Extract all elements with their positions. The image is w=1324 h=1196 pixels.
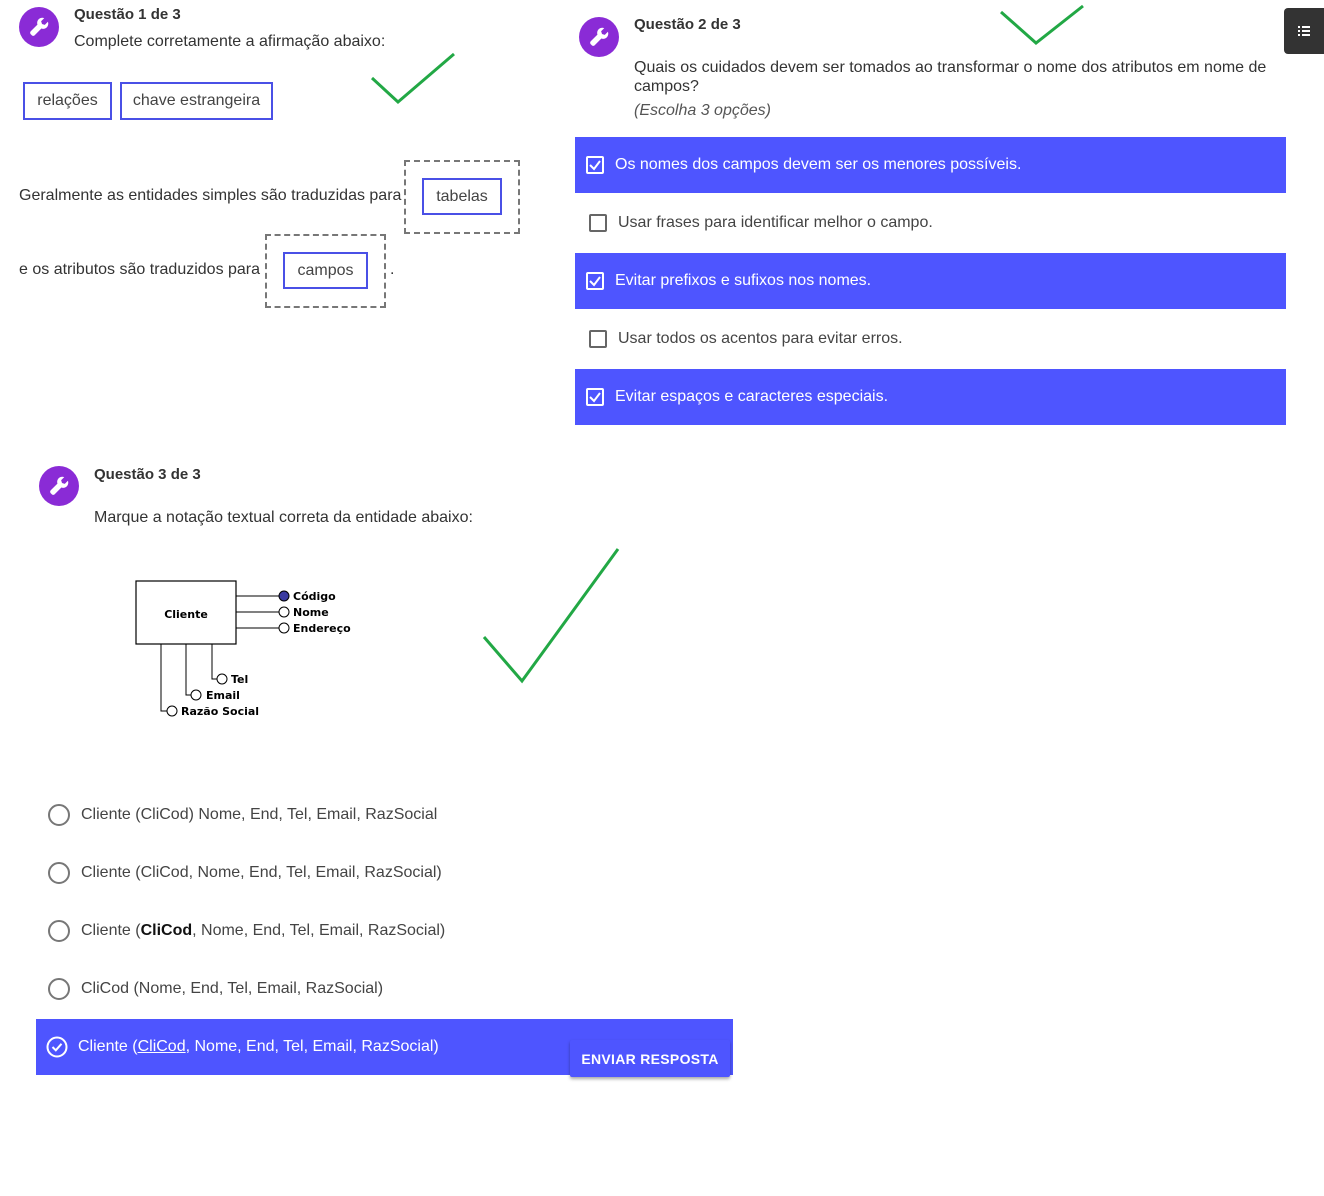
attr-label: Nome	[293, 606, 329, 619]
option-label: Usar frases para identificar melhor o ca…	[618, 214, 933, 231]
wrench-icon	[19, 7, 59, 47]
key-attribute-marker	[278, 590, 290, 602]
option-label: CliCod (Nome, End, Tel, Email, RazSocial…	[81, 980, 384, 997]
attr-label: Endereço	[293, 622, 351, 635]
attribute-marker	[278, 606, 290, 618]
radio-empty-icon	[48, 804, 70, 826]
option-label: Cliente (CliCod) Nome, End, Tel, Email, …	[81, 806, 438, 823]
option-label: Cliente (CliCod, Nome, End, Tel, Email, …	[78, 1038, 439, 1055]
list-icon	[1298, 26, 1310, 36]
checkbox-option-5[interactable]: Evitar espaços e caracteres especiais.	[575, 369, 1286, 425]
checkbox-option-1[interactable]: Os nomes dos campos devem ser os menores…	[575, 137, 1286, 193]
option-label: Evitar espaços e caracteres especiais.	[615, 388, 889, 405]
question-3-prompt: Marque a notação textual correta da enti…	[94, 509, 473, 526]
attribute-marker	[166, 705, 178, 717]
fill-sentence-2: e os atributos são traduzidos para	[19, 261, 261, 278]
radio-option-1[interactable]: Cliente (CliCod) Nome, End, Tel, Email, …	[36, 787, 733, 843]
checkbox-option-4[interactable]: Usar todos os acentos para evitar erros.	[575, 311, 1286, 367]
option-label: Cliente (CliCod, Nome, End, Tel, Email, …	[81, 922, 446, 939]
attribute-marker	[216, 673, 228, 685]
question-3-title: Questão 3 de 3	[94, 466, 201, 483]
radio-empty-icon	[48, 862, 70, 884]
option-label: Evitar prefixos e sufixos nos nomes.	[615, 272, 872, 289]
checkbox-empty-icon	[589, 330, 607, 348]
radio-empty-icon	[48, 920, 70, 942]
checkbox-empty-icon	[589, 214, 607, 232]
checkmark-icon	[482, 548, 620, 684]
radio-option-3[interactable]: Cliente (CliCod, Nome, End, Tel, Email, …	[36, 903, 733, 959]
question-1-prompt: Complete corretamente a afirmação abaixo…	[74, 33, 386, 50]
radio-checked-icon	[46, 1036, 68, 1058]
question-2-hint: (Escolha 3 opções)	[634, 102, 771, 119]
answer-chip-campos[interactable]: campos	[283, 252, 368, 289]
checkmark-icon	[370, 52, 455, 105]
radio-option-2[interactable]: Cliente (CliCod, Nome, End, Tel, Email, …	[36, 845, 733, 901]
checkbox-checked-icon	[586, 272, 604, 290]
attr-label: Código	[293, 590, 336, 603]
checkbox-checked-icon	[586, 156, 604, 174]
attr-label: Email	[206, 689, 240, 702]
side-menu-tab[interactable]	[1284, 8, 1324, 54]
checkbox-option-2[interactable]: Usar frases para identificar melhor o ca…	[575, 195, 1286, 251]
question-1-title: Questão 1 de 3	[74, 6, 181, 23]
wrench-icon	[579, 17, 619, 57]
entity-label: Cliente	[164, 608, 208, 621]
checkbox-checked-icon	[586, 388, 604, 406]
answer-chip-relacoes[interactable]: relações	[23, 82, 112, 120]
attr-label: Tel	[231, 673, 248, 686]
wrench-icon	[39, 466, 79, 506]
submit-answer-button[interactable]: ENVIAR RESPOSTA	[570, 1040, 730, 1077]
attribute-marker	[278, 622, 290, 634]
option-label: Cliente (CliCod, Nome, End, Tel, Email, …	[81, 864, 442, 881]
answer-chip-chave-estrangeira[interactable]: chave estrangeira	[120, 82, 273, 120]
radio-empty-icon	[48, 978, 70, 1000]
question-2-title: Questão 2 de 3	[634, 16, 741, 33]
attribute-marker	[190, 689, 202, 701]
checkbox-option-3[interactable]: Evitar prefixos e sufixos nos nomes.	[575, 253, 1286, 309]
checkmark-icon	[1000, 4, 1084, 45]
option-label: Os nomes dos campos devem ser os menores…	[615, 156, 1022, 173]
fill-sentence-end: .	[390, 261, 395, 278]
option-label: Usar todos os acentos para evitar erros.	[618, 330, 903, 347]
radio-option-4[interactable]: CliCod (Nome, End, Tel, Email, RazSocial…	[36, 961, 733, 1017]
answer-chip-tabelas[interactable]: tabelas	[422, 178, 502, 215]
entity-diagram: Cliente Código Nome Endereço Tel Email R…	[135, 580, 351, 718]
question-2-prompt: Quais os cuidados devem ser tomados ao t…	[634, 59, 1267, 95]
fill-sentence-1: Geralmente as entidades simples são trad…	[19, 187, 402, 204]
attr-label: Razão Social	[181, 705, 259, 718]
